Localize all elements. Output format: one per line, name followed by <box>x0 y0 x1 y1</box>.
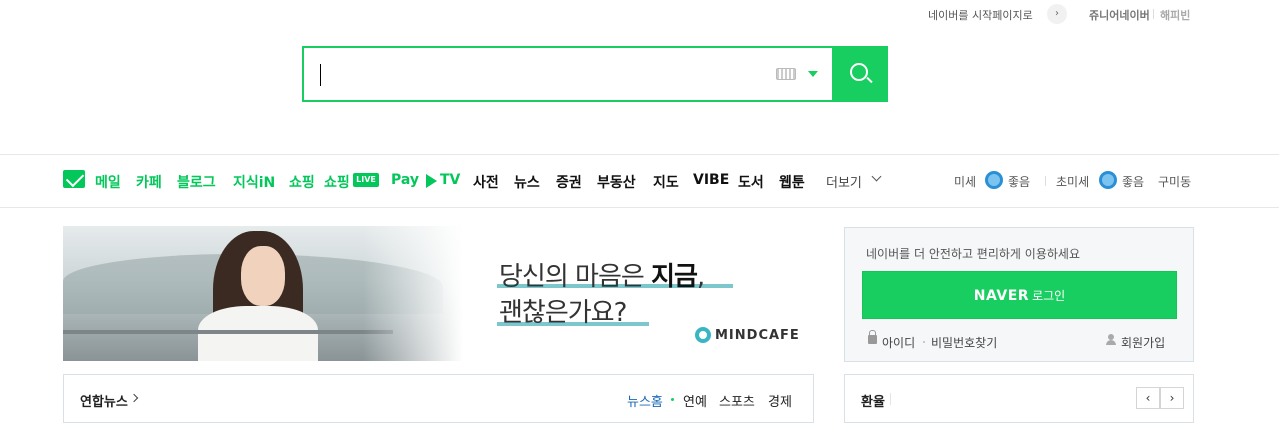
nav-item-news[interactable]: 뉴스 <box>514 172 540 192</box>
tv-play-icon <box>426 174 437 188</box>
divider <box>890 393 891 405</box>
separator-dot <box>671 398 674 401</box>
fine-dust-label: 미세 <box>954 175 977 189</box>
nav-item-cafe[interactable]: 카페 <box>136 172 162 192</box>
signup-link[interactable]: 회원가입 <box>1121 334 1165 351</box>
live-badge: LIVE <box>353 173 379 187</box>
banner-subheadline: 괜찮은가요? <box>499 298 627 328</box>
brand-name: MINDCAFE <box>715 328 800 343</box>
separator-dot <box>923 341 925 343</box>
keyboard-icon[interactable] <box>776 68 796 80</box>
good-air-icon <box>985 171 1003 189</box>
naver-login-button[interactable]: NAVER 로그인 <box>862 271 1177 319</box>
nav-item-shopping-live[interactable]: 쇼핑 <box>324 172 350 192</box>
nav-item-real-estate[interactable]: 부동산 <box>597 172 636 192</box>
ad-banner[interactable]: 당신의 마음은 지금, 괜찮은가요? MINDCAFE <box>63 226 814 361</box>
search-button[interactable] <box>832 46 888 102</box>
autocomplete-dropdown-icon[interactable] <box>808 71 818 77</box>
prev-button[interactable]: ‹ <box>1136 387 1160 409</box>
exchange-title[interactable]: 환율 <box>861 391 885 410</box>
fine-dust-value[interactable]: 좋음 <box>1008 173 1030 190</box>
nav-item-vibe[interactable]: VIBE <box>693 172 729 188</box>
nav-item-tv[interactable]: TV <box>440 172 460 188</box>
nav-item-shopping[interactable]: 쇼핑 <box>289 172 315 192</box>
set-start-page-link[interactable]: 네이버를 시작페이지로 <box>928 7 1033 23</box>
more-button[interactable]: 더보기 <box>826 172 862 191</box>
next-button[interactable]: › <box>1160 387 1184 409</box>
lock-icon <box>868 330 877 344</box>
news-tab-economy[interactable]: 경제 <box>768 391 792 410</box>
login-panel: 네이버를 더 안전하고 편리하게 이용하세요 NAVER 로그인 아이디 비밀번호… <box>844 227 1194 362</box>
nav-item-map[interactable]: 지도 <box>653 172 679 192</box>
news-bar: 연합뉴스 뉴스홈 연예 스포츠 경제 <box>63 374 814 423</box>
set-start-page-arrow-icon[interactable]: › <box>1047 4 1067 24</box>
banner-headline: 당신의 마음은 지금, <box>499 262 705 292</box>
weather-location[interactable]: 구미동 <box>1158 173 1191 190</box>
mail-icon[interactable] <box>63 170 85 188</box>
nav-item-books[interactable]: 도서 <box>738 172 764 192</box>
ultrafine-dust-label: 초미세 <box>1056 175 1090 189</box>
nav-item-kin[interactable]: 지식iN <box>233 172 275 192</box>
naver-wordmark: NAVER <box>973 288 1030 304</box>
chevron-right-icon[interactable] <box>129 393 139 403</box>
login-button-label: 로그인 <box>1032 289 1066 303</box>
news-tab-entertainment[interactable]: 연예 <box>683 391 707 410</box>
divider <box>1045 176 1046 186</box>
nav-item-mail[interactable]: 메일 <box>95 172 121 192</box>
person-icon <box>1106 334 1116 346</box>
mindcafe-logo-icon <box>695 327 711 343</box>
ultrafine-dust-value[interactable]: 좋음 <box>1122 173 1144 190</box>
good-air-icon <box>1099 171 1117 189</box>
nav-item-dictionary[interactable]: 사전 <box>473 172 499 192</box>
nav-item-pay[interactable]: Pay <box>391 172 419 188</box>
banner-photo <box>63 226 463 361</box>
find-id-link[interactable]: 아이디 <box>882 334 915 351</box>
exchange-rate-widget: 환율 ‹ › <box>844 374 1194 423</box>
search-input[interactable] <box>318 60 758 88</box>
find-password-link[interactable]: 비밀번호찾기 <box>931 334 997 351</box>
top-links: 네이버를 시작페이지로 › 쥬니어네이버 해피빈 <box>0 0 1279 30</box>
junior-naver-link[interactable]: 쥬니어네이버 <box>1089 7 1150 23</box>
search-icon <box>850 63 868 81</box>
news-source-title[interactable]: 연합뉴스 <box>80 391 128 410</box>
news-tab-sports[interactable]: 스포츠 <box>719 391 755 410</box>
login-message: 네이버를 더 안전하고 편리하게 이용하세요 <box>866 247 1080 261</box>
nav-item-stock[interactable]: 증권 <box>556 172 582 192</box>
nav-item-blog[interactable]: 블로그 <box>177 172 216 192</box>
happybean-link[interactable]: 해피빈 <box>1160 7 1190 23</box>
divider <box>1153 9 1154 19</box>
text-caret <box>320 64 321 86</box>
search-box <box>302 46 888 102</box>
news-tab-home[interactable]: 뉴스홈 <box>627 391 663 410</box>
nav-item-webtoon[interactable]: 웹툰 <box>779 172 805 192</box>
